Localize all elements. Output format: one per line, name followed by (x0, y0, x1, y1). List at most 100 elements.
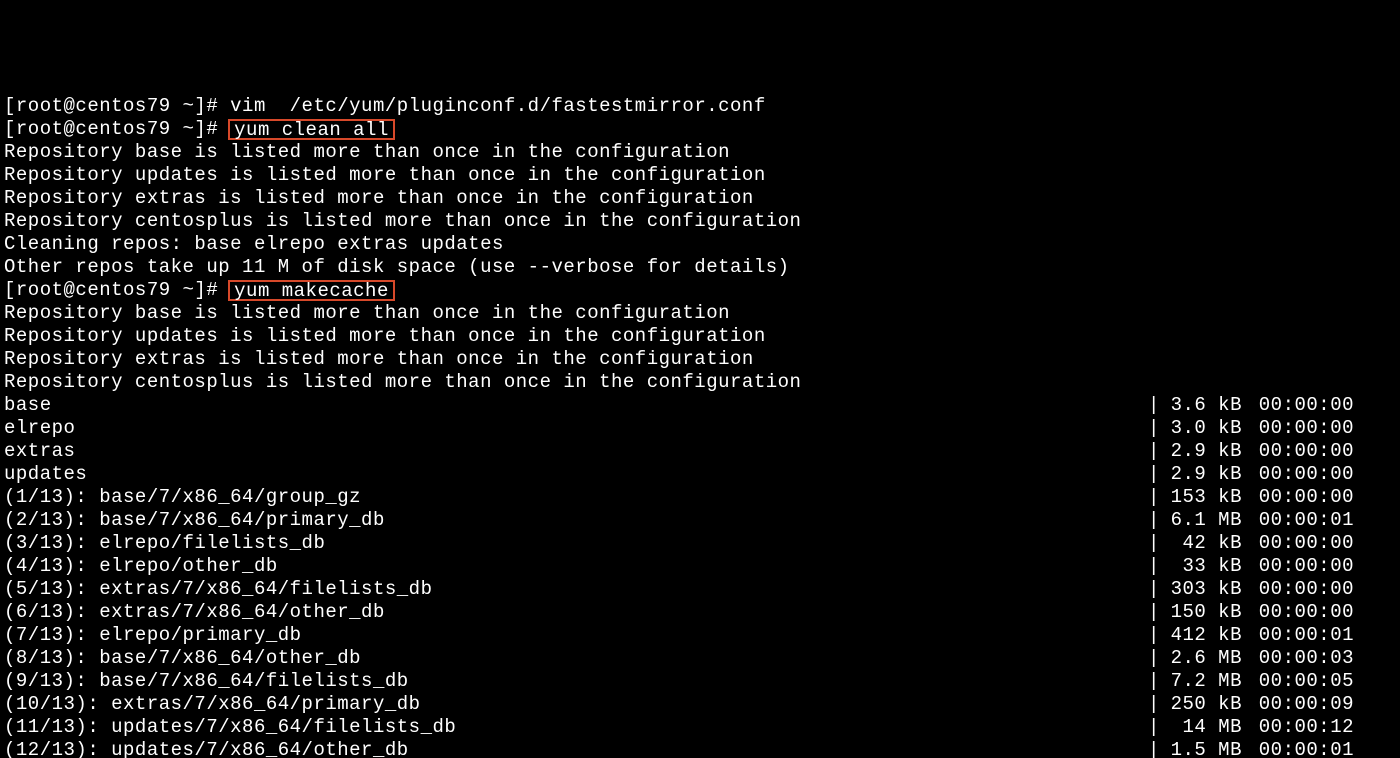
download-size: 150 kB (1164, 601, 1246, 624)
download-row: base|3.6 kB00:00:00 (4, 394, 1354, 417)
download-time: 00:00:00 (1246, 417, 1354, 440)
download-stats: |2.9 kB00:00:00 (1144, 440, 1354, 463)
download-time: 00:00:00 (1246, 578, 1354, 601)
shell-prompt: [root@centos79 ~]# (4, 118, 230, 141)
download-time: 00:00:00 (1246, 463, 1354, 486)
download-row: (6/13): extras/7/x86_64/other_db|150 kB0… (4, 601, 1354, 624)
download-row: (5/13): extras/7/x86_64/filelists_db|303… (4, 578, 1354, 601)
download-time: 00:00:01 (1246, 739, 1354, 758)
separator-bar: | (1144, 716, 1164, 739)
separator-bar: | (1144, 624, 1164, 647)
separator-bar: | (1144, 555, 1164, 578)
separator-bar: | (1144, 509, 1164, 532)
download-size: 2.9 kB (1164, 463, 1246, 486)
download-time: 00:00:00 (1246, 601, 1354, 624)
separator-bar: | (1144, 578, 1164, 601)
download-row: (8/13): base/7/x86_64/other_db|2.6 MB00:… (4, 647, 1354, 670)
download-stats: |14 MB00:00:12 (1144, 716, 1354, 739)
download-time: 00:00:01 (1246, 624, 1354, 647)
output-line: Cleaning repos: base elrepo extras updat… (4, 233, 1396, 256)
download-size: 412 kB (1164, 624, 1246, 647)
download-name: (7/13): elrepo/primary_db (4, 624, 1144, 647)
download-stats: |3.0 kB00:00:00 (1144, 417, 1354, 440)
download-size: 6.1 MB (1164, 509, 1246, 532)
download-name: (2/13): base/7/x86_64/primary_db (4, 509, 1144, 532)
download-time: 00:00:05 (1246, 670, 1354, 693)
download-row: extras|2.9 kB00:00:00 (4, 440, 1354, 463)
download-stats: |2.9 kB00:00:00 (1144, 463, 1354, 486)
separator-bar: | (1144, 601, 1164, 624)
download-stats: |2.6 MB00:00:03 (1144, 647, 1354, 670)
download-size: 7.2 MB (1164, 670, 1246, 693)
download-name: (12/13): updates/7/x86_64/other_db (4, 739, 1144, 758)
output-line: Repository updates is listed more than o… (4, 164, 1396, 187)
download-size: 14 MB (1164, 716, 1246, 739)
download-name: (3/13): elrepo/filelists_db (4, 532, 1144, 555)
cmd-yum-clean-line: [root@centos79 ~]# yum clean all (4, 118, 1396, 141)
separator-bar: | (1144, 739, 1164, 758)
download-size: 250 kB (1164, 693, 1246, 716)
output-line: Repository updates is listed more than o… (4, 325, 1396, 348)
terminal[interactable]: [root@centos79 ~]# vim /etc/yum/pluginco… (4, 95, 1396, 758)
download-row: (12/13): updates/7/x86_64/other_db|1.5 M… (4, 739, 1354, 758)
separator-bar: | (1144, 647, 1164, 670)
download-stats: |303 kB00:00:00 (1144, 578, 1354, 601)
download-stats: |6.1 MB00:00:01 (1144, 509, 1354, 532)
download-time: 00:00:12 (1246, 716, 1354, 739)
download-name: extras (4, 440, 1144, 463)
download-name: (10/13): extras/7/x86_64/primary_db (4, 693, 1144, 716)
download-row: (10/13): extras/7/x86_64/primary_db|250 … (4, 693, 1354, 716)
download-row: (9/13): base/7/x86_64/filelists_db|7.2 M… (4, 670, 1354, 693)
download-name: (11/13): updates/7/x86_64/filelists_db (4, 716, 1144, 739)
download-time: 00:00:09 (1246, 693, 1354, 716)
output-line: Repository extras is listed more than on… (4, 187, 1396, 210)
download-stats: |7.2 MB00:00:05 (1144, 670, 1354, 693)
download-time: 00:00:00 (1246, 394, 1354, 417)
download-size: 2.6 MB (1164, 647, 1246, 670)
shell-prompt: [root@centos79 ~]# (4, 279, 230, 302)
download-size: 303 kB (1164, 578, 1246, 601)
download-name: updates (4, 463, 1144, 486)
download-name: base (4, 394, 1144, 417)
highlighted-command: yum clean all (228, 119, 395, 140)
download-stats: |42 kB00:00:00 (1144, 532, 1354, 555)
highlighted-command: yum makecache (228, 280, 395, 301)
cmd-yum-makecache-line: [root@centos79 ~]# yum makecache (4, 279, 1396, 302)
output-line: Repository base is listed more than once… (4, 141, 1396, 164)
download-size: 2.9 kB (1164, 440, 1246, 463)
download-stats: |412 kB00:00:01 (1144, 624, 1354, 647)
output-line: Repository centosplus is listed more tha… (4, 210, 1396, 233)
separator-bar: | (1144, 670, 1164, 693)
download-row: elrepo|3.0 kB00:00:00 (4, 417, 1354, 440)
download-stats: |250 kB00:00:09 (1144, 693, 1354, 716)
download-time: 00:00:00 (1246, 440, 1354, 463)
download-size: 33 kB (1164, 555, 1246, 578)
output-line: Repository base is listed more than once… (4, 302, 1396, 325)
output-line: Repository centosplus is listed more tha… (4, 371, 1396, 394)
download-stats: |33 kB00:00:00 (1144, 555, 1354, 578)
download-name: (4/13): elrepo/other_db (4, 555, 1144, 578)
download-name: elrepo (4, 417, 1144, 440)
download-time: 00:00:00 (1246, 486, 1354, 509)
download-name: (5/13): extras/7/x86_64/filelists_db (4, 578, 1144, 601)
separator-bar: | (1144, 486, 1164, 509)
shell-prompt: [root@centos79 ~]# (4, 95, 230, 118)
separator-bar: | (1144, 693, 1164, 716)
output-line: Repository extras is listed more than on… (4, 348, 1396, 371)
download-name: (9/13): base/7/x86_64/filelists_db (4, 670, 1144, 693)
download-size: 1.5 MB (1164, 739, 1246, 758)
download-row: updates|2.9 kB00:00:00 (4, 463, 1354, 486)
download-time: 00:00:03 (1246, 647, 1354, 670)
download-stats: |3.6 kB00:00:00 (1144, 394, 1354, 417)
separator-bar: | (1144, 532, 1164, 555)
download-row: (2/13): base/7/x86_64/primary_db|6.1 MB0… (4, 509, 1354, 532)
download-stats: |1.5 MB00:00:01 (1144, 739, 1354, 758)
download-row: (4/13): elrepo/other_db|33 kB00:00:00 (4, 555, 1354, 578)
separator-bar: | (1144, 394, 1164, 417)
separator-bar: | (1144, 440, 1164, 463)
download-size: 3.6 kB (1164, 394, 1246, 417)
separator-bar: | (1144, 417, 1164, 440)
download-time: 00:00:00 (1246, 532, 1354, 555)
download-row: (3/13): elrepo/filelists_db|42 kB00:00:0… (4, 532, 1354, 555)
download-row: (11/13): updates/7/x86_64/filelists_db|1… (4, 716, 1354, 739)
